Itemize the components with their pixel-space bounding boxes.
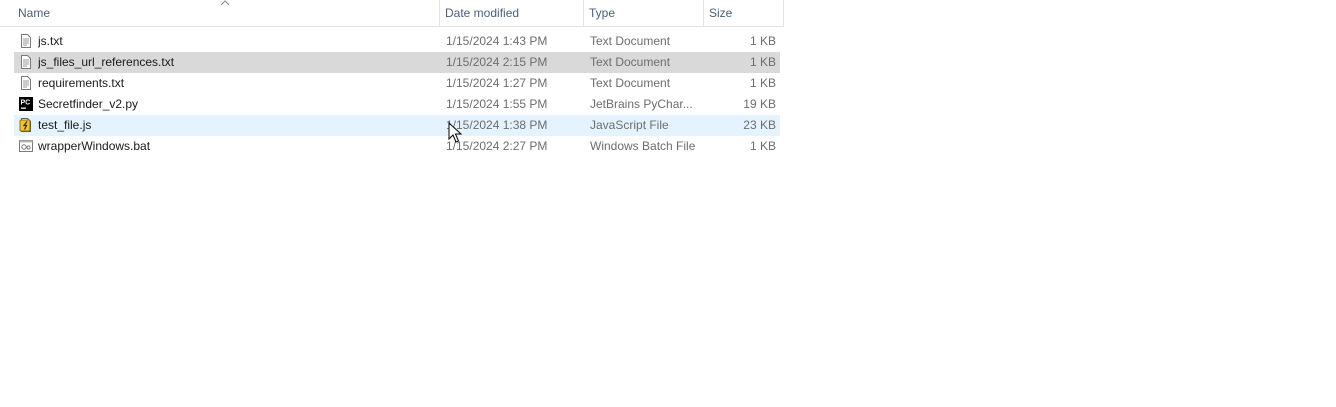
column-header-size[interactable]: Size bbox=[703, 0, 784, 26]
file-date-modified: 1/15/2024 2:27 PM bbox=[446, 139, 548, 153]
pycharm-file-icon: PC bbox=[18, 96, 34, 112]
text-file-icon bbox=[18, 54, 34, 70]
batch-file-icon bbox=[18, 138, 34, 154]
file-row-hovered[interactable]: test_file.js 1/15/2024 1:38 PM JavaScrip… bbox=[14, 115, 780, 136]
file-list: js.txt 1/15/2024 1:43 PM Text Document 1… bbox=[14, 31, 780, 157]
text-file-icon bbox=[18, 33, 34, 49]
file-name: Secretfinder_v2.py bbox=[38, 97, 139, 111]
file-date-modified: 1/15/2024 1:27 PM bbox=[446, 76, 548, 90]
file-name: wrapperWindows.bat bbox=[38, 139, 151, 153]
file-row[interactable]: PC Secretfinder_v2.py 1/15/2024 1:55 PM … bbox=[14, 94, 780, 115]
column-header: Name Date modified Type Size bbox=[0, 0, 784, 27]
file-row[interactable]: requirements.txt 1/15/2024 1:27 PM Text … bbox=[14, 73, 780, 94]
column-header-type[interactable]: Type bbox=[583, 0, 703, 26]
file-row[interactable]: js.txt 1/15/2024 1:43 PM Text Document 1… bbox=[14, 31, 780, 52]
file-size: 23 KB bbox=[743, 118, 776, 132]
file-size: 1 KB bbox=[749, 55, 776, 69]
file-row-selected[interactable]: js_files_url_references.txt 1/15/2024 2:… bbox=[14, 52, 780, 73]
file-date-modified: 1/15/2024 1:55 PM bbox=[446, 97, 548, 111]
file-size: 1 KB bbox=[749, 139, 776, 153]
file-name: test_file.js bbox=[38, 118, 92, 132]
file-size: 1 KB bbox=[749, 34, 776, 48]
file-type: Text Document bbox=[590, 55, 671, 69]
file-type: Windows Batch File bbox=[590, 139, 696, 153]
column-header-name[interactable]: Name bbox=[12, 0, 439, 26]
file-type: JavaScript File bbox=[590, 118, 669, 132]
file-row[interactable]: wrapperWindows.bat 1/15/2024 2:27 PM Win… bbox=[14, 136, 780, 157]
file-size: 1 KB bbox=[749, 76, 776, 90]
file-size: 19 KB bbox=[743, 97, 776, 111]
file-date-modified: 1/15/2024 2:15 PM bbox=[446, 55, 548, 69]
file-date-modified: 1/15/2024 1:43 PM bbox=[446, 34, 548, 48]
column-header-date-modified[interactable]: Date modified bbox=[439, 0, 583, 26]
file-name: js_files_url_references.txt bbox=[38, 55, 175, 69]
file-name: js.txt bbox=[38, 34, 63, 48]
file-type: Text Document bbox=[590, 34, 671, 48]
text-file-icon bbox=[18, 75, 34, 91]
file-type: Text Document bbox=[590, 76, 671, 90]
svg-text:PC: PC bbox=[21, 100, 31, 107]
javascript-file-icon bbox=[18, 117, 34, 133]
file-date-modified: 1/15/2024 1:38 PM bbox=[446, 118, 548, 132]
mouse-pointer-icon bbox=[448, 122, 462, 143]
file-name: requirements.txt bbox=[38, 76, 125, 90]
file-type: JetBrains PyChar... bbox=[590, 97, 693, 111]
